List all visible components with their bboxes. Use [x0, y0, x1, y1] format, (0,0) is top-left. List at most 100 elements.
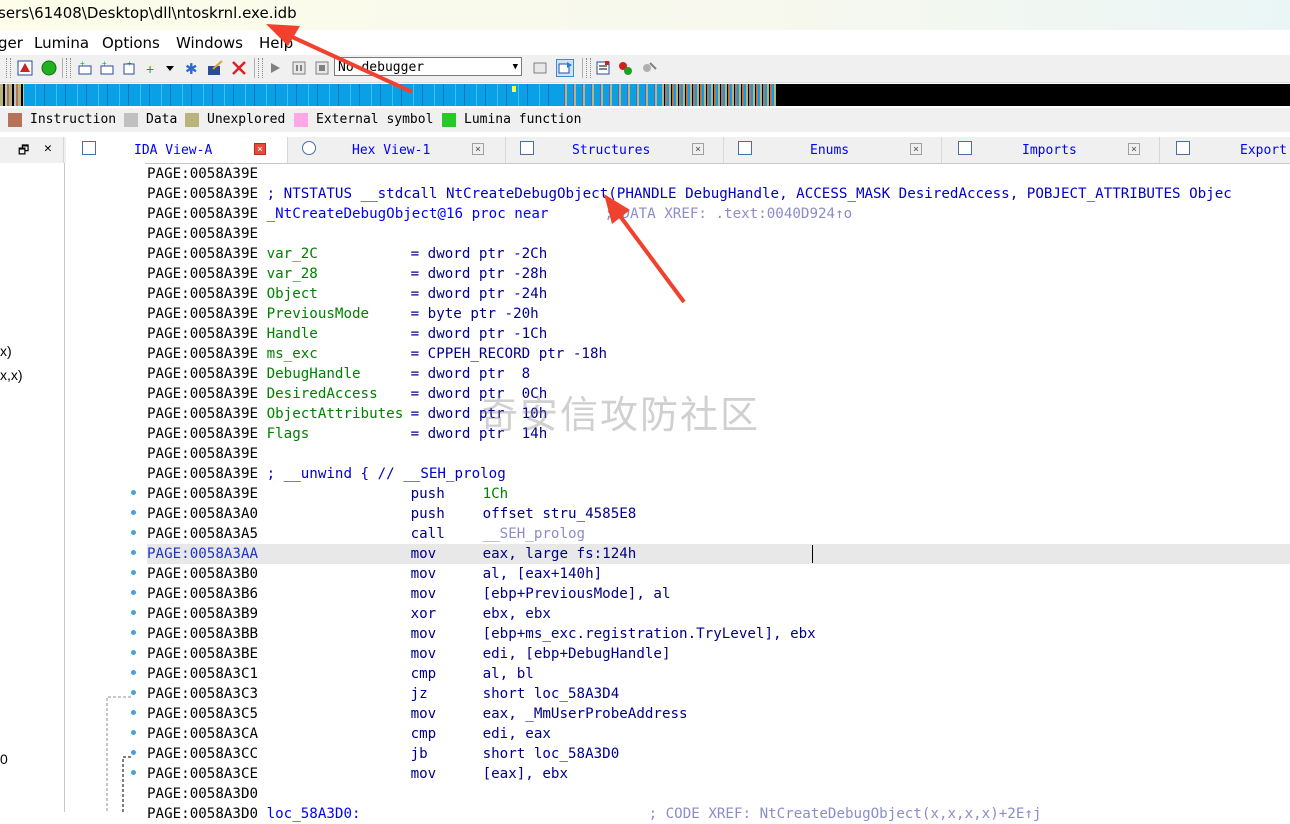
line-address: PAGE:0058A39E — [147, 326, 259, 342]
code-line[interactable]: PAGE:0058A3C3 jz short loc_58A3D4 — [147, 684, 1290, 704]
mnemonic: jz — [410, 686, 428, 702]
step-icon[interactable] — [532, 59, 550, 77]
navigation-band[interactable] — [0, 84, 1290, 106]
mnemonic: push — [410, 486, 445, 502]
mnemonic: mov — [410, 706, 437, 722]
left-pane-header: 🗗 ✕ — [0, 137, 64, 163]
code-line[interactable]: PAGE:0058A39E DebugHandle = dword ptr 8 — [147, 364, 1290, 384]
legend-item: Instruction — [8, 112, 116, 127]
add-struct-icon[interactable]: + — [120, 59, 138, 77]
code-line[interactable]: PAGE:0058A3B6 mov [ebp+PreviousMode], al — [147, 584, 1290, 604]
menu-lumina[interactable]: Lumina — [34, 34, 89, 52]
code-line[interactable]: PAGE:0058A39E ; NTSTATUS __stdcall NtCre… — [147, 184, 1290, 204]
menu-debugger[interactable]: ger — [0, 34, 23, 52]
close-icon[interactable]: ✕ — [44, 141, 52, 156]
instruction-marker — [131, 590, 136, 595]
tab-imports[interactable]: Imports × — [942, 137, 1160, 163]
code-line[interactable]: PAGE:0058A3CE mov [eax], ebx — [147, 764, 1290, 784]
line-address: PAGE:0058A39E — [147, 306, 259, 322]
tab-close-icon[interactable]: × — [254, 143, 266, 155]
tab-close-icon[interactable]: × — [1128, 143, 1140, 155]
code-line[interactable]: PAGE:0058A39E — [147, 444, 1290, 464]
tab-ida-view-a[interactable]: IDA View-A × — [66, 137, 288, 163]
tab-close-icon[interactable]: × — [472, 143, 484, 155]
run-green-icon[interactable] — [40, 59, 58, 77]
operands: offset stru_4585E8 — [482, 506, 637, 522]
function-item[interactable]: x,x) — [0, 367, 23, 383]
code-line[interactable]: PAGE:0058A3D0 loc_58A3D0: ; CODE XREF: Nt… — [147, 804, 1290, 824]
code-line[interactable]: PAGE:0058A3C5 mov eax, _MmUserProbeAddres… — [147, 704, 1290, 724]
line-address: PAGE:0058A39E — [147, 486, 259, 502]
tab-exports[interactable]: Export — [1160, 137, 1290, 163]
menu-help[interactable]: Help — [259, 34, 293, 52]
add-func-icon[interactable]: + — [144, 59, 162, 77]
code-line[interactable]: PAGE:0058A39E var_2C = dword ptr -2Ch — [147, 244, 1290, 264]
toolbar-grip[interactable] — [6, 58, 11, 78]
operands: short loc_58A3D0 — [482, 746, 620, 762]
step-over-icon[interactable] — [556, 59, 574, 77]
instruction-marker — [131, 550, 136, 555]
operands: [ebp+PreviousMode], al — [482, 586, 671, 602]
edit-icon[interactable] — [206, 59, 224, 77]
breakpoint-off-icon[interactable] — [640, 59, 658, 77]
instruction-marker — [131, 750, 136, 755]
star-icon[interactable]: ✱ — [182, 59, 200, 77]
list-icon[interactable] — [594, 59, 612, 77]
code-line[interactable]: PAGE:0058A3B9 xor ebx, ebx — [147, 604, 1290, 624]
add-code-icon[interactable]: + — [76, 59, 94, 77]
tab-close-icon[interactable]: × — [910, 143, 922, 155]
line-address: PAGE:0058A39E — [147, 166, 259, 182]
functions-pane[interactable]: x) x,x) 0 — [0, 163, 65, 812]
code-line[interactable]: PAGE:0058A39E Handle = dword ptr -1Ch — [147, 324, 1290, 344]
code-line[interactable]: PAGE:0058A3B0 mov al, [eax+140h] — [147, 564, 1290, 584]
function-item[interactable]: 0 — [0, 751, 8, 767]
code-line[interactable]: PAGE:0058A39E var_28 = dword ptr -28h — [147, 264, 1290, 284]
code-line[interactable]: PAGE:0058A3A5 call __SEH_prolog — [147, 524, 1290, 544]
mnemonic: call — [410, 526, 445, 542]
tab-enums[interactable]: Enums × — [724, 137, 942, 163]
code-line[interactable]: PAGE:0058A39E — [147, 164, 1290, 184]
chevron-down-icon[interactable] — [164, 59, 176, 77]
play-icon[interactable] — [266, 59, 284, 77]
legend-swatch — [294, 112, 308, 127]
stack-var-name: ObjectAttributes — [266, 406, 404, 422]
mnemonic: mov — [410, 626, 437, 642]
line-address: PAGE:0058A3B9 — [147, 606, 259, 622]
code-line[interactable]: PAGE:0058A3C1 cmp al, bl — [147, 664, 1290, 684]
code-text: loc_58A3D0: — [266, 806, 361, 822]
menu-options[interactable]: Options — [102, 34, 160, 52]
code-line[interactable]: PAGE:0058A39E PreviousMode = byte ptr -20… — [147, 304, 1290, 324]
code-line[interactable]: PAGE:0058A3CA cmp edi, eax — [147, 724, 1290, 744]
code-line[interactable]: PAGE:0058A3A0 push offset stru_4585E8 — [147, 504, 1290, 524]
code-line[interactable]: PAGE:0058A3CC jb short loc_58A3D0 — [147, 744, 1290, 764]
breakpoint-icon[interactable] — [616, 59, 634, 77]
tab-hex-view-1[interactable]: Hex View-1 × — [288, 137, 506, 163]
line-address: PAGE:0058A39E — [147, 266, 259, 282]
restore-icon[interactable]: 🗗 — [18, 141, 29, 162]
line-address: PAGE:0058A39E — [147, 466, 259, 482]
code-line[interactable]: PAGE:0058A39E ms_exc = CPPEH_RECORD ptr -… — [147, 344, 1290, 364]
code-line[interactable]: PAGE:0058A3BE mov edi, [ebp+DebugHandle] — [147, 644, 1290, 664]
close-red-icon[interactable] — [230, 59, 248, 77]
function-item[interactable]: x) — [0, 343, 12, 359]
code-line[interactable]: PAGE:0058A39E push 1Ch — [147, 484, 1290, 504]
code-line[interactable]: PAGE:0058A39E ; __unwind { // __SEH_prol… — [147, 464, 1290, 484]
pause-icon[interactable] — [290, 59, 308, 77]
stop-icon[interactable] — [313, 59, 331, 77]
add-data-icon[interactable]: + — [98, 59, 116, 77]
title-bar: sers\61408\Desktop\dll\ntoskrnl.exe.idb — [0, 0, 1290, 30]
tab-close-icon[interactable]: × — [692, 143, 704, 155]
code-line[interactable]: PAGE:0058A3AA mov eax, large fs:124h — [147, 544, 1290, 564]
code-line[interactable]: PAGE:0058A39E Object = dword ptr -24h — [147, 284, 1290, 304]
menu-windows[interactable]: Windows — [176, 34, 243, 52]
stack-var-def: = CPPEH_RECORD ptr -18h — [410, 346, 608, 362]
code-line[interactable]: PAGE:0058A3BB mov [ebp+ms_exc.registratio… — [147, 624, 1290, 644]
code-line[interactable]: PAGE:0058A39E — [147, 224, 1290, 244]
instruction-marker — [131, 670, 136, 675]
line-address: PAGE:0058A39E — [147, 346, 259, 362]
code-line[interactable]: PAGE:0058A3D0 — [147, 784, 1290, 804]
graph-icon[interactable] — [16, 59, 34, 77]
debugger-select[interactable]: No debugger ▼ — [334, 57, 522, 76]
tab-structures[interactable]: Structures × — [506, 137, 724, 163]
code-line[interactable]: PAGE:0058A39E _NtCreateDebugObject@16 pr… — [147, 204, 1290, 224]
